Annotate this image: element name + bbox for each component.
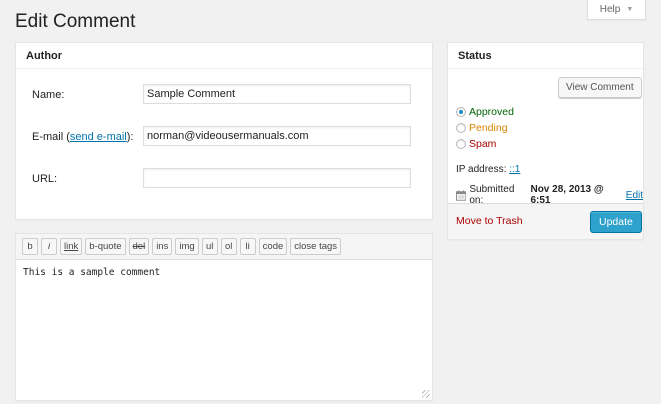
radio-spam[interactable] xyxy=(456,139,466,149)
comment-content-textarea[interactable]: This is a sample comment xyxy=(16,260,432,400)
quicktag-i-button[interactable]: i xyxy=(41,238,57,255)
name-row: Name: xyxy=(32,89,64,101)
url-field[interactable] xyxy=(143,168,411,188)
status-option-label: Pending xyxy=(469,122,508,134)
edit-date-link[interactable]: Edit xyxy=(626,190,643,201)
ip-address-label: IP address: xyxy=(456,164,507,175)
status-option-approved[interactable]: Approved xyxy=(456,106,514,118)
status-footer: Move to Trash Update xyxy=(448,203,643,239)
send-email-link[interactable]: send e-mail xyxy=(70,131,127,143)
ip-address-line: IP address: ::1 xyxy=(456,164,520,175)
quicktag-link-button[interactable]: link xyxy=(60,238,83,255)
page-title: Edit Comment xyxy=(15,11,136,32)
email-field[interactable] xyxy=(143,126,411,146)
quicktag-ul-button[interactable]: ul xyxy=(201,238,218,255)
status-box-title: Status xyxy=(448,43,643,69)
name-field[interactable] xyxy=(143,84,411,104)
radio-pending[interactable] xyxy=(456,123,466,133)
author-box-title: Author xyxy=(16,43,432,69)
url-row: URL: xyxy=(32,173,57,185)
quicktag-li-button[interactable]: li xyxy=(239,238,256,255)
quicktag-ol-button[interactable]: ol xyxy=(220,238,237,255)
author-box: Author Name: E-mail (send e-mail): URL: xyxy=(15,42,433,220)
status-option-label: Approved xyxy=(469,106,514,118)
quicktag-del-button[interactable]: del xyxy=(128,238,150,255)
move-to-trash-link[interactable]: Move to Trash xyxy=(456,215,523,227)
update-button[interactable]: Update xyxy=(590,211,642,233)
help-tab-label: Help xyxy=(599,4,621,15)
quicktag-code-button[interactable]: code xyxy=(258,238,288,255)
status-box: Status View Comment Approved Pending Spa… xyxy=(447,42,644,240)
name-label: Name: xyxy=(32,89,65,101)
email-label-prefix: E-mail ( xyxy=(32,131,70,143)
quicktag-close-tags-button[interactable]: close tags xyxy=(290,238,342,255)
quicktags-toolbar: b i link b-quote del ins img ul ol li code close ta… xyxy=(16,234,432,260)
status-option-label: Spam xyxy=(469,138,497,150)
quicktag-ins-button[interactable]: ins xyxy=(152,238,173,255)
quicktag-b-button[interactable]: b xyxy=(22,238,38,255)
triangle-down-icon: ▼ xyxy=(626,6,634,13)
quicktag-b-quote-button[interactable]: b-quote xyxy=(85,238,126,255)
view-comment-button[interactable]: View Comment xyxy=(558,77,642,98)
url-label: URL: xyxy=(32,173,58,185)
email-label: E-mail (send e-mail): xyxy=(32,131,133,143)
status-option-pending[interactable]: Pending xyxy=(456,122,508,134)
help-tab-button[interactable]: Help ▼ xyxy=(587,0,646,20)
radio-approved[interactable] xyxy=(456,107,466,117)
calendar-icon xyxy=(456,189,467,201)
status-option-spam[interactable]: Spam xyxy=(456,138,496,150)
email-row: E-mail (send e-mail): xyxy=(32,131,133,143)
comment-editor: b i link b-quote del ins img ul ol li code close ta… xyxy=(15,233,433,401)
ip-address-link[interactable]: ::1 xyxy=(509,164,520,175)
resize-grip-icon[interactable] xyxy=(422,390,430,398)
email-label-suffix: ): xyxy=(126,131,134,143)
quicktag-img-button[interactable]: img xyxy=(175,238,199,255)
